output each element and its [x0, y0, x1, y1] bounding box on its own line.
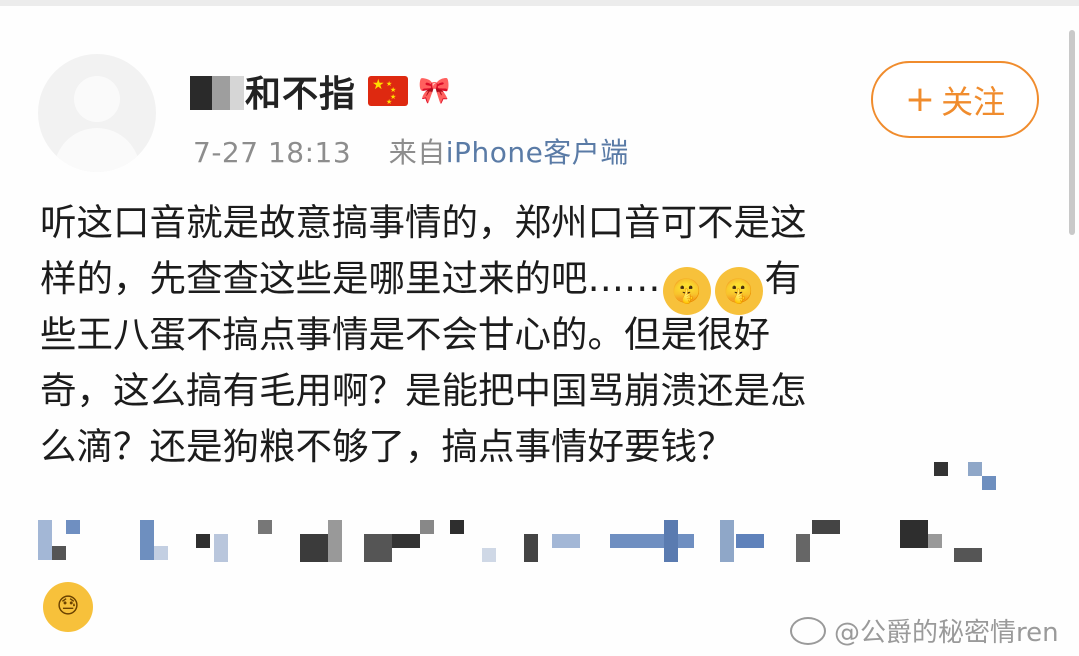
scrollbar[interactable]: [1069, 30, 1075, 235]
china-flag-icon: ★ ★ ★ ★ ★: [368, 76, 409, 106]
sweat-emoji-icon: 😓: [43, 582, 93, 632]
timestamp: 7-27 18:13: [193, 136, 352, 169]
post-meta: 7-27 18:13 来自iPhone客户端: [193, 131, 629, 171]
content-line: 样的，先查查这些是哪里过来的吧…… 🤫 🤫 有: [40, 251, 1040, 315]
follow-label: 关注: [941, 82, 1006, 121]
follow-button[interactable]: + 关注: [871, 61, 1039, 138]
ribbon-badge-icon: 🎀: [418, 76, 451, 106]
content-line: 奇，这么搞有毛用啊？是能把中国骂崩溃还是怎: [40, 369, 807, 412]
source-prefix: 来自: [388, 136, 446, 169]
content-line: 些王八蛋不搞点事情是不会甘心的。但是很好: [40, 313, 770, 356]
source-app-link[interactable]: iPhone客户端: [446, 136, 629, 169]
post-content: 听这口音就是故意搞事情的，郑州口音可不是这 样的，先查查这些是哪里过来的吧…… 🤫…: [40, 195, 1040, 475]
username[interactable]: 和不指: [190, 68, 356, 115]
user-row: 和不指 ★ ★ ★ ★ ★ 🎀: [190, 66, 450, 116]
top-divider: [0, 0, 1079, 6]
content-line: 听这口音就是故意搞事情的，郑州口音可不是这: [40, 201, 807, 244]
weibo-logo-icon: [790, 616, 826, 645]
watermark: @公爵的秘密情ren: [790, 612, 1059, 649]
plus-icon: +: [904, 78, 936, 120]
content-line: 么滴？还是狗粮不够了，搞点事情好要钱？: [40, 425, 734, 468]
avatar[interactable]: [38, 54, 156, 172]
